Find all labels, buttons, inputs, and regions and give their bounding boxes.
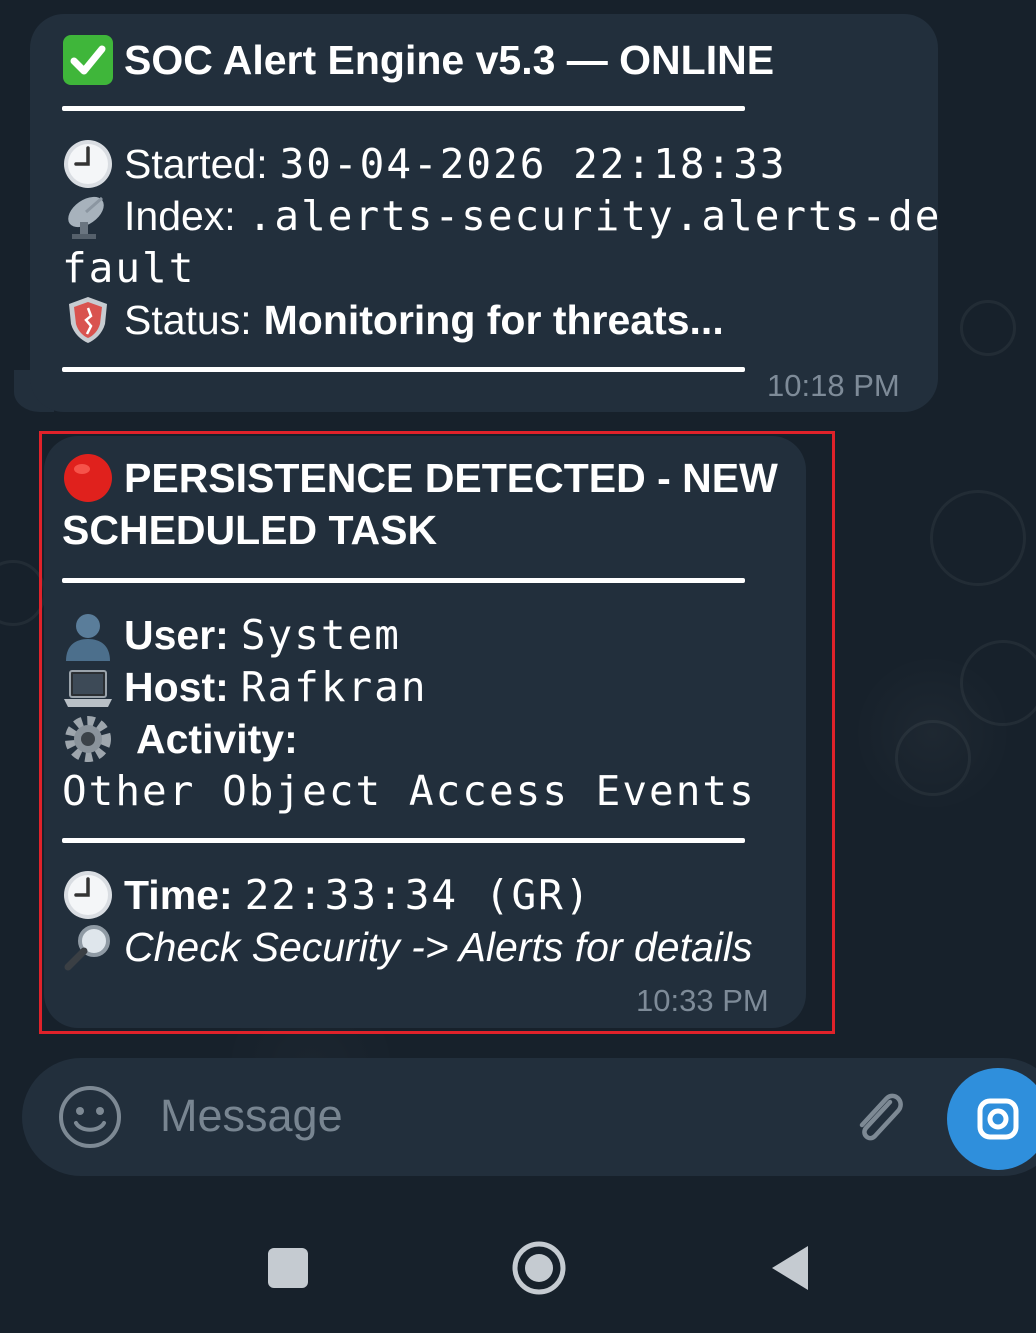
red-circle-icon [62, 452, 114, 504]
wallpaper-doodle [895, 720, 971, 796]
index-line-wrap: fault [62, 244, 196, 292]
time-line: Time: 22:33:34 (GR) [62, 869, 592, 921]
started-line: Started: 30-04-2026 22:18:33 [62, 138, 787, 190]
wallpaper-doodle [960, 640, 1036, 726]
square-icon[interactable] [268, 1248, 308, 1288]
message-timestamp: 10:33 PM [636, 983, 769, 1018]
user-line: User: System [62, 609, 401, 661]
status-line: Status: Monitoring for threats... [62, 294, 724, 346]
home-circle-icon[interactable] [512, 1241, 566, 1295]
divider [62, 367, 745, 372]
laptop-icon [62, 661, 114, 713]
gear-icon [62, 713, 114, 765]
alert-title-wrap: SCHEDULED TASK [62, 507, 438, 553]
magnifying-glass-icon [62, 921, 114, 973]
check-mark-icon [62, 34, 114, 86]
index-line: Index: .alerts-security.alerts-de [62, 190, 942, 242]
host-line: Host: Rafkran [62, 661, 428, 713]
smiley-icon[interactable] [57, 1084, 123, 1150]
paperclip-icon[interactable] [846, 1084, 912, 1150]
message-timestamp: 10:18 PM [767, 368, 900, 403]
wallpaper-doodle [960, 300, 1016, 356]
activity-value: Other Object Access Events [62, 767, 756, 815]
message-title: SOC Alert Engine v5.3 — ONLINE [62, 34, 774, 86]
check-line: Check Security -> Alerts for details [62, 921, 753, 973]
back-triangle-icon[interactable] [770, 1244, 810, 1292]
shield-icon [62, 294, 114, 346]
divider [62, 106, 745, 111]
activity-line: Activity: [62, 713, 298, 765]
user-silhouette-icon [62, 609, 114, 661]
camera-icon [977, 1096, 1025, 1142]
clock-icon [62, 869, 114, 921]
system-navigation-bar [0, 1200, 1036, 1333]
divider [62, 838, 745, 843]
alert-title: PERSISTENCE DETECTED - NEW [62, 452, 778, 504]
wallpaper-doodle [930, 490, 1026, 586]
satellite-dish-icon [62, 190, 114, 242]
message-input[interactable]: Message [160, 1090, 343, 1142]
divider [62, 578, 745, 583]
clock-icon [62, 138, 114, 190]
